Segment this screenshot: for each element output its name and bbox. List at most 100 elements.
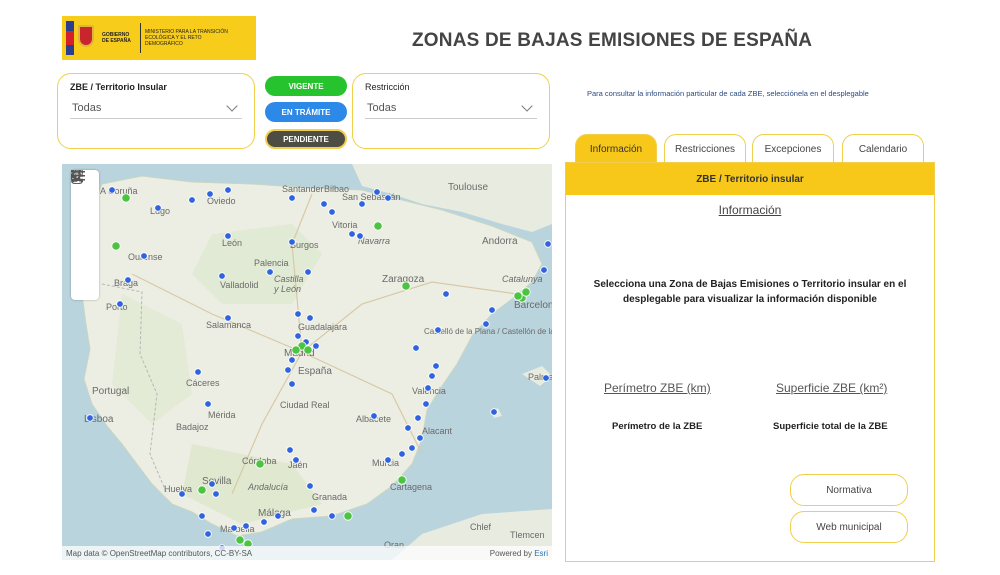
zbe-tramite-point[interactable] xyxy=(266,268,274,276)
zbe-tramite-point[interactable] xyxy=(284,366,292,374)
select-area-icon[interactable] xyxy=(71,170,99,248)
zbe-tramite-point[interactable] xyxy=(194,368,202,376)
zbe-tramite-point[interactable] xyxy=(198,512,206,520)
zbe-vigente-point[interactable] xyxy=(401,281,411,291)
zbe-tramite-point[interactable] xyxy=(384,456,392,464)
zbe-tramite-point[interactable] xyxy=(422,400,430,408)
zbe-tramite-point[interactable] xyxy=(242,522,250,530)
zbe-vigente-point[interactable] xyxy=(111,241,121,251)
zbe-tramite-point[interactable] xyxy=(328,512,336,520)
zbe-tramite-point[interactable] xyxy=(294,332,302,340)
zbe-tramite-point[interactable] xyxy=(224,314,232,322)
zbe-tramite-point[interactable] xyxy=(206,190,214,198)
zbe-tramite-point[interactable] xyxy=(178,490,186,498)
zbe-tramite-point[interactable] xyxy=(356,232,364,240)
zbe-tramite-point[interactable] xyxy=(416,434,424,442)
location-pin-icon[interactable] xyxy=(71,170,99,300)
zbe-tramite-point[interactable] xyxy=(328,208,336,216)
zbe-vigente-point[interactable] xyxy=(303,345,313,355)
zbe-dropdown[interactable]: Todas xyxy=(70,97,242,119)
zbe-tramite-point[interactable] xyxy=(373,188,381,196)
zbe-tramite-point[interactable] xyxy=(288,194,296,202)
zbe-tramite-point[interactable] xyxy=(274,512,282,520)
esri-link[interactable]: Esri xyxy=(534,549,548,558)
zbe-vigente-point[interactable] xyxy=(255,459,265,469)
search-icon[interactable] xyxy=(71,170,99,274)
zbe-tramite-point[interactable] xyxy=(490,408,498,416)
zbe-tramite-point[interactable] xyxy=(412,344,420,352)
zbe-vigente-point[interactable] xyxy=(121,193,131,203)
zbe-tramite-point[interactable] xyxy=(224,232,232,240)
zbe-tramite-point[interactable] xyxy=(482,320,490,328)
zbe-tramite-point[interactable] xyxy=(488,306,496,314)
zbe-tramite-point[interactable] xyxy=(306,482,314,490)
zbe-tramite-point[interactable] xyxy=(204,400,212,408)
zbe-vigente-point[interactable] xyxy=(291,345,301,355)
zbe-tramite-point[interactable] xyxy=(384,194,392,202)
zbe-vigente-point[interactable] xyxy=(513,291,523,301)
zbe-vigente-point[interactable] xyxy=(373,221,383,231)
zbe-tramite-point[interactable] xyxy=(442,290,450,298)
zbe-tramite-point[interactable] xyxy=(286,446,294,454)
zbe-tramite-point[interactable] xyxy=(86,414,94,422)
map-canvas[interactable]: A Coruña Santander Bilbao San Sebastián … xyxy=(62,164,552,560)
restriction-dropdown[interactable]: Todas xyxy=(365,97,537,119)
zbe-vigente-point[interactable] xyxy=(521,287,531,297)
zbe-tramite-point[interactable] xyxy=(288,356,296,364)
tab-informacion[interactable]: Información xyxy=(575,134,657,162)
zbe-tramite-point[interactable] xyxy=(424,384,432,392)
zbe-vigente-point[interactable] xyxy=(397,475,407,485)
zbe-vigente-point[interactable] xyxy=(197,485,207,495)
zbe-tramite-point[interactable] xyxy=(108,186,116,194)
zbe-tramite-point[interactable] xyxy=(224,186,232,194)
zbe-tramite-point[interactable] xyxy=(414,414,422,422)
normativa-button[interactable]: Normativa xyxy=(790,474,908,506)
tab-excepciones[interactable]: Excepciones xyxy=(752,134,834,162)
zbe-tramite-point[interactable] xyxy=(140,252,148,260)
zbe-tramite-point[interactable] xyxy=(188,196,196,204)
zbe-tramite-point[interactable] xyxy=(288,380,296,388)
status-pendiente-button[interactable]: PENDIENTE xyxy=(265,129,347,149)
zbe-tramite-point[interactable] xyxy=(542,374,550,382)
perimetro-label: Perímetro ZBE (km) xyxy=(604,381,711,395)
web-municipal-button[interactable]: Web municipal xyxy=(790,511,908,543)
zbe-vigente-point[interactable] xyxy=(343,511,353,521)
zbe-tramite-point[interactable] xyxy=(230,524,238,532)
zbe-tramite-point[interactable] xyxy=(358,200,366,208)
zbe-tramite-point[interactable] xyxy=(310,506,318,514)
zbe-tramite-point[interactable] xyxy=(292,456,300,464)
chevron-down-icon xyxy=(226,99,238,112)
zbe-tramite-point[interactable] xyxy=(320,200,328,208)
zbe-tramite-point[interactable] xyxy=(348,230,356,238)
tab-calendario[interactable]: Calendario xyxy=(842,134,924,162)
map-view[interactable]: A Coruña Santander Bilbao San Sebastián … xyxy=(62,164,552,560)
zbe-tramite-point[interactable] xyxy=(306,314,314,322)
zbe-tramite-point[interactable] xyxy=(312,342,320,350)
zbe-tramite-point[interactable] xyxy=(218,272,226,280)
zbe-tramite-point[interactable] xyxy=(116,300,124,308)
status-vigente-button[interactable]: VIGENTE xyxy=(265,76,347,96)
status-tramite-button[interactable]: EN TRÁMITE xyxy=(265,102,347,122)
zbe-tramite-point[interactable] xyxy=(124,276,132,284)
zbe-vigente-point[interactable] xyxy=(235,535,245,545)
zbe-tramite-point[interactable] xyxy=(398,450,406,458)
qr-code-icon[interactable] xyxy=(71,170,99,222)
tab-restricciones[interactable]: Restricciones xyxy=(664,134,746,162)
zbe-tramite-point[interactable] xyxy=(212,490,220,498)
map-label-alicante: Alacant xyxy=(422,426,453,436)
zbe-tramite-point[interactable] xyxy=(294,310,302,318)
zbe-tramite-point[interactable] xyxy=(154,204,162,212)
zbe-tramite-point[interactable] xyxy=(304,268,312,276)
zbe-tramite-point[interactable] xyxy=(432,362,440,370)
zbe-tramite-point[interactable] xyxy=(370,412,378,420)
zbe-tramite-point[interactable] xyxy=(288,238,296,246)
zbe-tramite-point[interactable] xyxy=(260,518,268,526)
zbe-tramite-point[interactable] xyxy=(204,530,212,538)
zbe-tramite-point[interactable] xyxy=(428,372,436,380)
zbe-tramite-point[interactable] xyxy=(540,266,548,274)
zbe-tramite-point[interactable] xyxy=(208,480,216,488)
zbe-tramite-point[interactable] xyxy=(408,444,416,452)
zbe-tramite-point[interactable] xyxy=(544,240,552,248)
zbe-tramite-point[interactable] xyxy=(404,424,412,432)
zbe-tramite-point[interactable] xyxy=(434,326,442,334)
